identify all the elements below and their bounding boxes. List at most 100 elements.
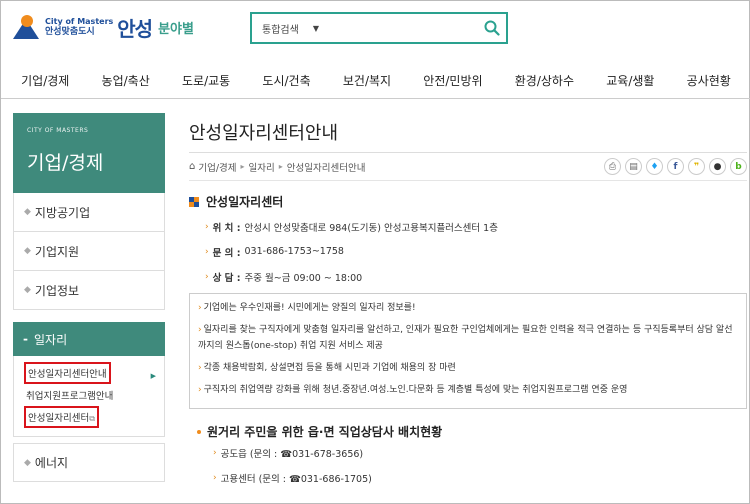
section-title: 원거리 주민을 위한 읍·면 직업상담사 배치현황 <box>197 423 747 440</box>
kakaostory-icon[interactable]: ❞ <box>688 158 705 175</box>
sidebar: CITY OF MASTERS 기업/경제 ◆ 지방공기업 ◆ 기업지원 ◆ 기업정보… <box>13 113 165 482</box>
sidebar-item-business-info[interactable]: ◆ 기업정보 <box>13 271 165 310</box>
nav-item-construction[interactable]: 공사현황 <box>687 72 731 89</box>
counselor-section: 원거리 주민을 위한 읍·면 직업상담사 배치현황 › 공도읍 (문의 : ☎03… <box>197 423 747 490</box>
search-button[interactable] <box>478 14 506 42</box>
breadcrumb-separator-icon: ▸ <box>240 162 245 171</box>
sidebar-item-public-enterprise[interactable]: ◆ 지방공기업 <box>13 193 165 232</box>
nav-item-environment[interactable]: 환경/상하수 <box>515 72 574 89</box>
bullet-icon: ◆ <box>24 246 31 256</box>
breadcrumb-separator-icon: ▸ <box>278 162 283 171</box>
search-icon <box>484 20 500 36</box>
bullet-icon: ◆ <box>24 457 31 468</box>
section-bullet-icon <box>189 196 199 207</box>
dash-icon: - <box>23 332 28 346</box>
description-text: 일자리를 찾는 구직자에게 맞춤형 일자리를 알선하고, 인재가 필요한 구인업… <box>198 325 733 351</box>
arrow-right-icon: › <box>198 325 202 335</box>
search-scope-label: 통합검색 <box>262 24 299 36</box>
bullet-icon: ◆ <box>24 285 31 295</box>
site-logo[interactable]: City of Masters 안성맞춤도시 안성 분야별 <box>13 13 194 42</box>
print-icon[interactable]: ⎙ <box>604 158 621 175</box>
sidebar-item-label: 기업지원 <box>34 244 80 259</box>
info-label: 문 의 : <box>212 247 241 259</box>
submenu-label: 안성일자리센터 <box>28 413 90 424</box>
info-value: 안성시 안성맞춤대로 984(도기동) 안성고용복지플러스센터 1층 <box>244 222 498 234</box>
info-label: 위 치 : <box>212 222 241 234</box>
nav-item-agriculture[interactable]: 농업/축산 <box>102 72 150 89</box>
nav-item-urban[interactable]: 도시/건축 <box>262 72 310 89</box>
sidebar-item-energy[interactable]: ◆ 에너지 <box>13 443 165 482</box>
print-page-icon[interactable]: ▤ <box>625 158 642 175</box>
logo-mark-icon <box>13 14 41 41</box>
main-content: 안성일자리센터안내 ⌂ 기업/경제 ▸ 일자리 ▸ 안성일자리센터안내 ⎙ ▤ … <box>189 113 747 490</box>
band-icon[interactable]: b <box>730 158 747 175</box>
section-bullet-icon <box>197 427 203 437</box>
description-text: 각종 채용박람회, 상설면접 등을 통해 시민과 기업에 채용의 장 마련 <box>203 363 456 373</box>
arrow-right-icon: › <box>198 363 202 373</box>
triangle-right-icon: ▶ <box>150 372 156 380</box>
center-info: › 위 치 : 안성시 안성맞춤대로 984(도기동) 안성고용복지플러스센터 1층… <box>205 214 747 289</box>
breadcrumb-item[interactable]: 기업/경제 <box>198 160 236 174</box>
description-item: › 구직자의 취업역량 강화를 위해 청년.중장년.여성.노인.다문화 등 계층별… <box>198 382 738 398</box>
sidebar-item-jobs[interactable]: - 일자리 <box>13 322 165 356</box>
description-item: › 각종 채용박람회, 상설면접 등을 통해 시민과 기업에 채용의 장 마련 <box>198 360 738 376</box>
arrow-right-icon: › <box>205 221 209 232</box>
counselor-row: › 고용센터 (문의 : ☎031-686-1705) <box>213 465 747 490</box>
sidebar-item-business-support[interactable]: ◆ 기업지원 <box>13 232 165 271</box>
arrow-right-icon: › <box>198 303 202 313</box>
counselor-text: 공도읍 (문의 : ☎031-678-3656) <box>220 448 364 460</box>
page-title: 안성일자리센터안내 <box>189 113 747 153</box>
arrow-right-icon: › <box>213 447 217 458</box>
logo-tagline-en: City of Masters <box>45 17 114 26</box>
sidebar-item-label: 에너지 <box>34 456 69 470</box>
arrow-right-icon: › <box>205 246 209 257</box>
breadcrumb-row: ⌂ 기업/경제 ▸ 일자리 ▸ 안성일자리센터안내 ⎙ ▤ ♦ f ❞ ● b <box>189 153 747 181</box>
breadcrumb-item[interactable]: 일자리 <box>249 160 275 174</box>
description-text: 구직자의 취업역량 강화를 위해 청년.중장년.여성.노인.다문화 등 계층별 … <box>203 385 628 395</box>
info-value: 주중 월~금 09:00 ~ 18:00 <box>244 272 363 284</box>
share-toolbar: ⎙ ▤ ♦ f ❞ ● b <box>604 158 747 175</box>
search-scope-select[interactable]: 통합검색 ▼ <box>262 21 319 36</box>
arrow-right-icon: › <box>213 472 217 483</box>
sidebar-submenu: 안성일자리센터안내 ▶ 취업지원프로그램안내 안성일자리센터⧉ <box>13 356 165 437</box>
search-input[interactable] <box>324 16 478 40</box>
nav-item-business[interactable]: 기업/경제 <box>21 72 69 89</box>
sidebar-item-label: 기업정보 <box>34 283 80 298</box>
description-item: › 기업에는 우수인재를! 시민에게는 양질의 일자리 정보를! <box>198 300 738 316</box>
sidebar-item-label: 일자리 <box>33 332 68 347</box>
info-hours: › 상 담 : 주중 월~금 09:00 ~ 18:00 <box>205 264 747 289</box>
sidebar-header-title: 기업/경제 <box>27 152 104 174</box>
kakaotalk-icon[interactable]: ● <box>709 158 726 175</box>
arrow-right-icon: › <box>198 385 202 395</box>
breadcrumb: ⌂ 기업/경제 ▸ 일자리 ▸ 안성일자리센터안내 <box>189 160 365 174</box>
nav-item-safety[interactable]: 안전/민방위 <box>423 72 482 89</box>
twitter-icon[interactable]: ♦ <box>646 158 663 175</box>
header: City of Masters 안성맞춤도시 안성 분야별 통합검색 ▼ <box>1 1 750 59</box>
nav-item-roads[interactable]: 도로/교통 <box>182 72 230 89</box>
facebook-icon[interactable]: f <box>667 158 684 175</box>
nav-item-education[interactable]: 교육/생활 <box>606 72 654 89</box>
logo-tagline-ko: 안성맞춤도시 <box>45 27 95 37</box>
description-box: › 기업에는 우수인재를! 시민에게는 양질의 일자리 정보를! › 일자리를 찾는… <box>189 293 747 409</box>
counselor-text: 고용센터 (문의 : ☎031-686-1705) <box>220 473 372 485</box>
sidebar-header: CITY OF MASTERS 기업/경제 <box>13 113 165 193</box>
external-link-icon: ⧉ <box>89 414 95 423</box>
submenu-employment-program[interactable]: 취업지원프로그램안내 <box>14 384 164 406</box>
main-nav: 기업/경제 농업/축산 도로/교통 도시/건축 보건/복지 안전/민방위 환경/… <box>1 63 750 99</box>
sidebar-item-label: 지방공기업 <box>34 205 91 220</box>
section-title-text: 원거리 주민을 위한 읍·면 직업상담사 배치현황 <box>207 425 443 439</box>
search-bar: 통합검색 ▼ <box>250 12 508 44</box>
section-title: 안성일자리센터 <box>189 193 747 210</box>
home-icon[interactable]: ⌂ <box>189 161 195 172</box>
info-value: 031-686-1753~1758 <box>244 246 344 257</box>
counselor-row: › 공도읍 (문의 : ☎031-678-3656) <box>213 440 747 465</box>
description-item: › 일자리를 찾는 구직자에게 맞춤형 일자리를 알선하고, 인재가 필요한 구인… <box>198 322 738 354</box>
sidebar-header-en: CITY OF MASTERS <box>27 127 89 134</box>
arrow-right-icon: › <box>205 271 209 282</box>
submenu-job-center-external[interactable]: 안성일자리센터⧉ <box>24 406 99 428</box>
breadcrumb-item[interactable]: 안성일자리센터안내 <box>287 160 366 174</box>
description-text: 기업에는 우수인재를! 시민에게는 양질의 일자리 정보를! <box>203 303 416 313</box>
nav-item-welfare[interactable]: 보건/복지 <box>343 72 391 89</box>
logo-tagline: City of Masters 안성맞춤도시 <box>45 18 113 37</box>
submenu-job-center-guide[interactable]: 안성일자리센터안내 <box>24 362 111 384</box>
